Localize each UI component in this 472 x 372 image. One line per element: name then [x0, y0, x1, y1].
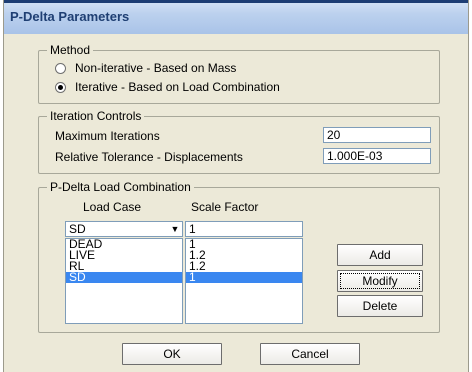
radio-non-iterative[interactable]: Non-iterative - Based on Mass — [55, 61, 236, 75]
tolerance-input[interactable]: 1.000E-03 — [323, 148, 431, 164]
radio-icon[interactable] — [55, 62, 66, 74]
scale-factor-list[interactable]: 1 1.2 1.2 1 — [185, 238, 303, 324]
delete-button[interactable]: Delete — [337, 295, 423, 317]
ok-button[interactable]: OK — [122, 343, 222, 365]
radio-non-iterative-label: Non-iterative - Based on Mass — [75, 61, 237, 75]
radio-iterative-label: Iterative - Based on Load Combination — [75, 80, 280, 94]
add-button[interactable]: Add — [337, 244, 423, 266]
load-case-list[interactable]: DEAD LIVE RL SD — [65, 238, 183, 324]
window-title: P-Delta Parameters — [10, 9, 130, 24]
cancel-button[interactable]: Cancel — [260, 343, 360, 365]
load-case-header: Load Case — [83, 200, 142, 214]
tolerance-label: Relative Tolerance - Displacements — [55, 150, 243, 164]
list-item-selected[interactable]: SD — [66, 271, 182, 283]
iteration-controls-group: Iteration Controls Maximum Iterations 20… — [38, 109, 440, 174]
title-bar[interactable]: P-Delta Parameters — [4, 0, 468, 34]
max-iterations-input[interactable]: 20 — [323, 127, 431, 143]
method-legend: Method — [47, 43, 94, 57]
scale-factor-input[interactable]: 1 — [185, 221, 303, 237]
method-group: Method Non-iterative - Based on Mass Ite… — [38, 43, 440, 104]
radio-checked-icon[interactable] — [55, 81, 66, 93]
iteration-legend: Iteration Controls — [47, 109, 145, 123]
load-combination-group: P-Delta Load Combination Load Case Scale… — [38, 180, 440, 333]
scale-factor-header: Scale Factor — [191, 200, 259, 214]
list-item[interactable]: 1.2 — [186, 260, 302, 272]
title-bar-edge — [4, 0, 468, 3]
modify-button[interactable]: Modify — [337, 270, 423, 292]
load-combination-legend: P-Delta Load Combination — [47, 180, 194, 194]
load-case-selected: SD — [69, 222, 86, 236]
max-iterations-label: Maximum Iterations — [55, 129, 160, 143]
load-case-dropdown[interactable]: SD ▼ — [65, 221, 183, 237]
radio-iterative[interactable]: Iterative - Based on Load Combination — [55, 80, 280, 94]
dialog-window: P-Delta Parameters Method Non-iterative … — [3, 0, 469, 372]
chevron-down-icon[interactable]: ▼ — [168, 222, 182, 236]
list-item-selected[interactable]: 1 — [186, 271, 302, 283]
